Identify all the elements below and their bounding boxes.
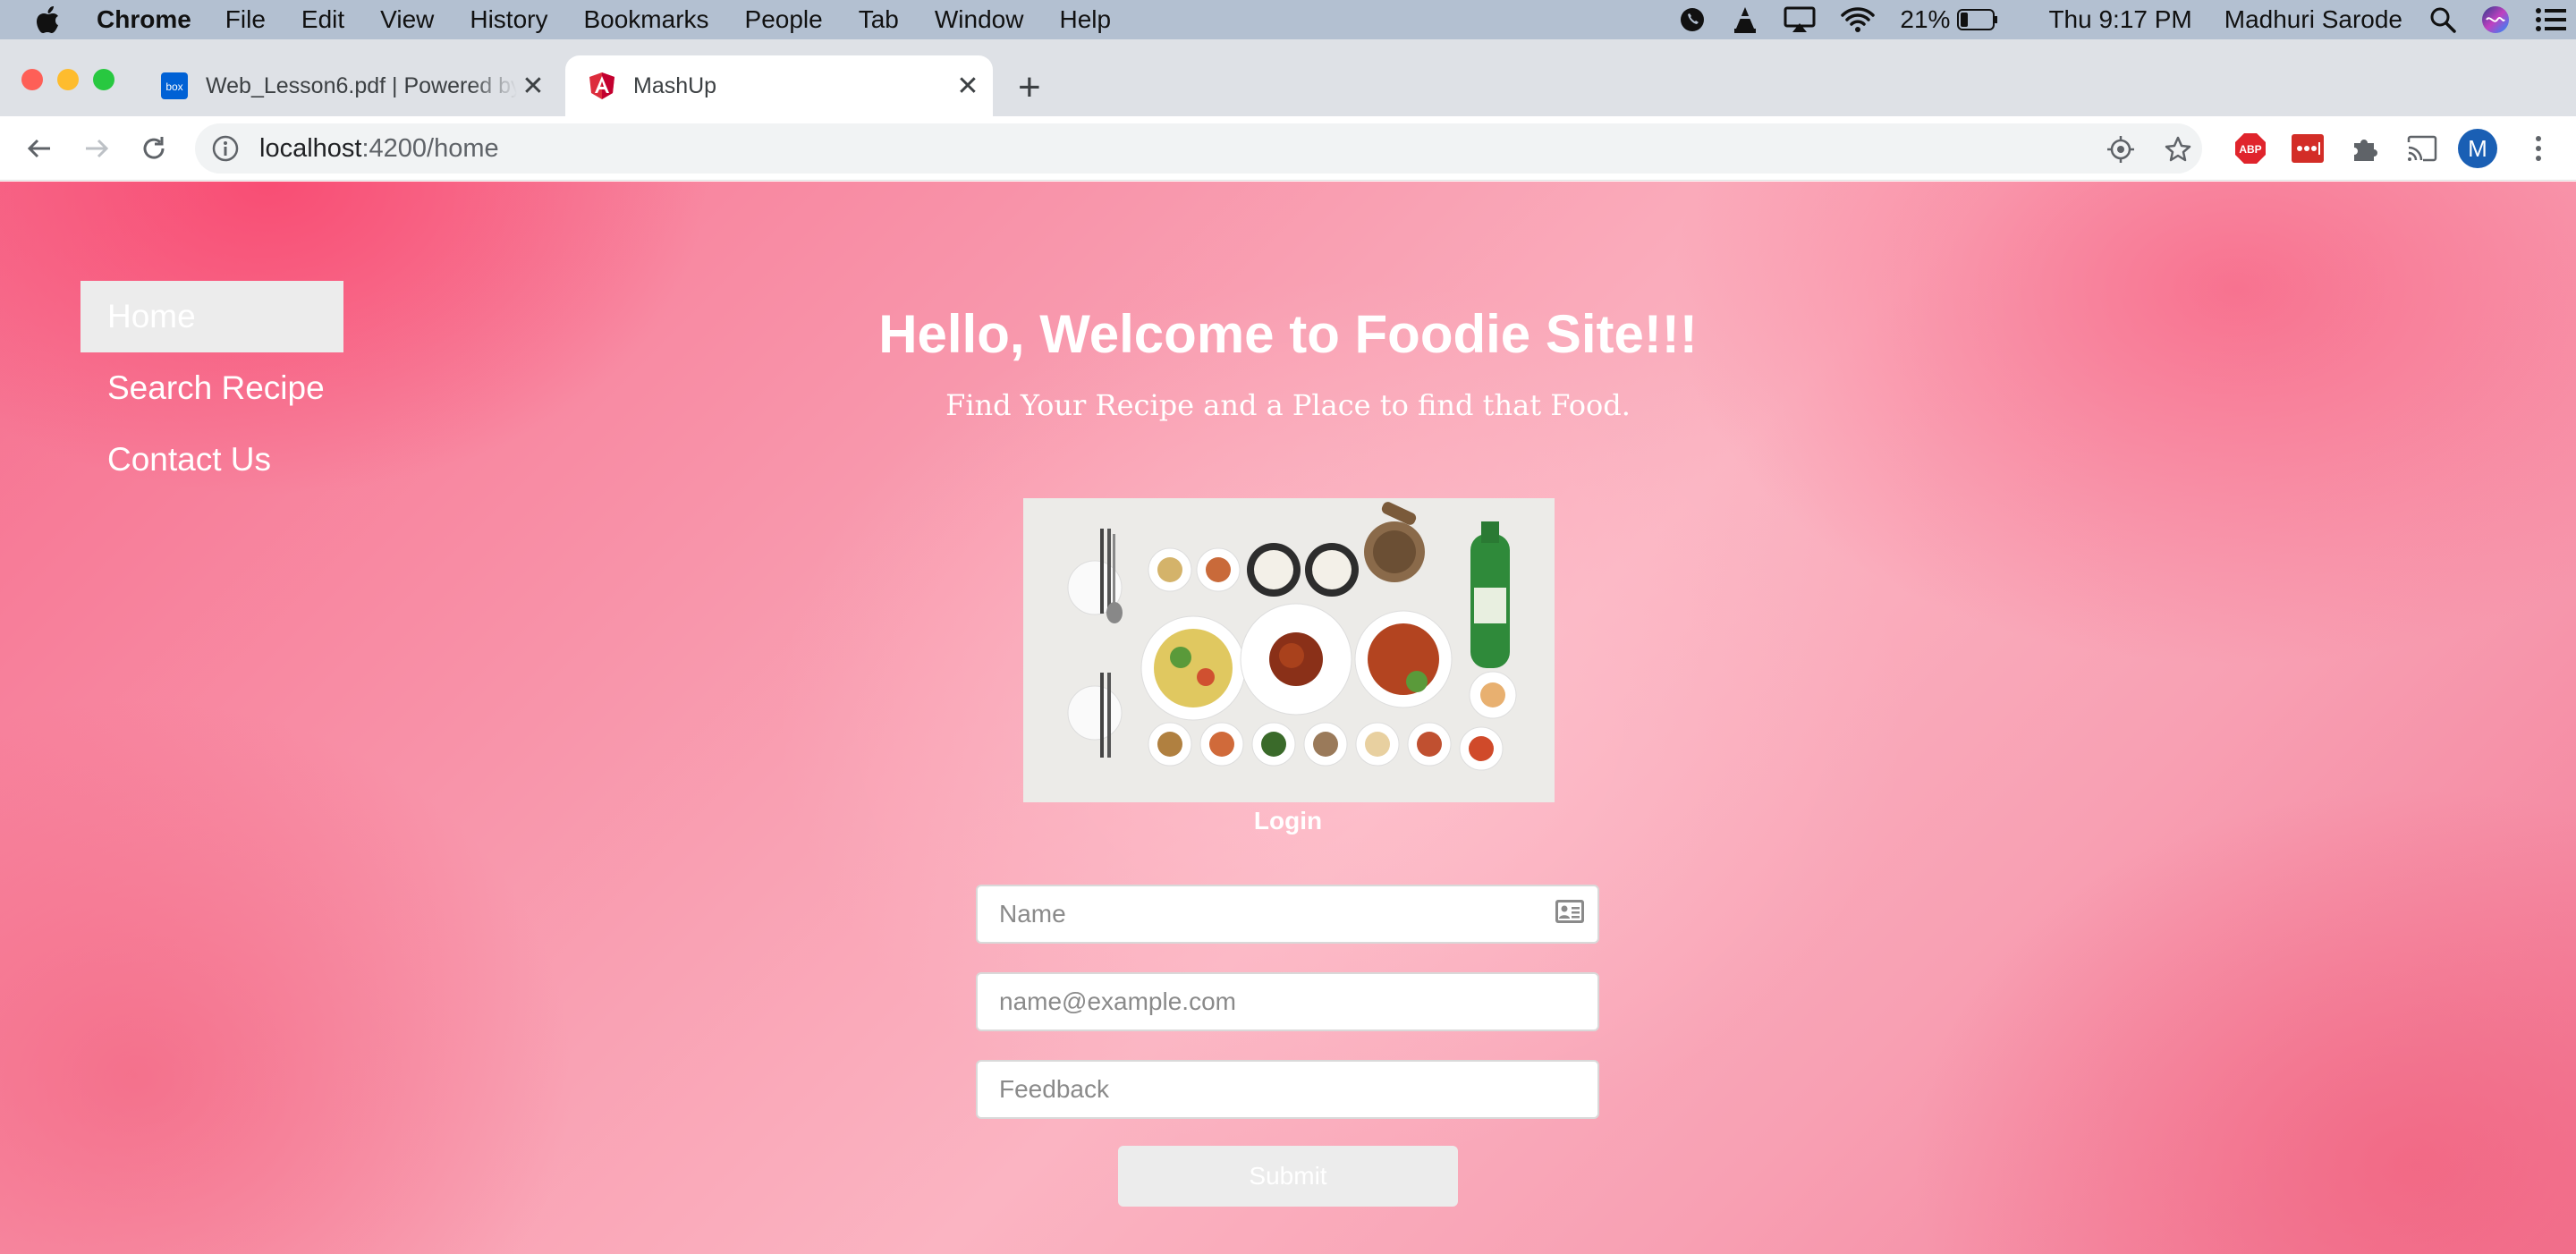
apple-menu-icon[interactable] — [0, 5, 97, 34]
url-text[interactable]: localhost:4200/home — [259, 134, 499, 164]
airplay-icon[interactable] — [1784, 6, 1816, 33]
clock[interactable]: Thu 9:17 PM — [2048, 5, 2191, 34]
page-subtitle: Find Your Recipe and a Place to find tha… — [945, 388, 1631, 422]
menu-history[interactable]: History — [470, 5, 547, 34]
siri-icon[interactable] — [2481, 5, 2510, 34]
tab-close-icon[interactable]: ✕ — [517, 70, 549, 102]
page-content: Home Search Recipe Contact Us Hello, Wel… — [0, 182, 2576, 1254]
adblock-plus-icon[interactable]: ABP — [2233, 131, 2268, 166]
user-name[interactable]: Madhuri Sarode — [2224, 5, 2402, 34]
bookmark-star-icon[interactable] — [2163, 134, 2193, 165]
window-zoom-button[interactable] — [93, 69, 114, 90]
forward-button[interactable] — [79, 131, 114, 166]
vlc-icon[interactable] — [1732, 5, 1758, 34]
tab-close-icon[interactable]: ✕ — [952, 70, 984, 102]
menubar-status-area: 21% Thu 9:17 PM Madhuri Sarode — [1678, 0, 2576, 39]
battery-icon[interactable] — [1957, 9, 1998, 30]
spotlight-search-icon[interactable] — [2429, 6, 2456, 33]
submit-button[interactable]: Submit — [1118, 1146, 1458, 1207]
extensions-puzzle-icon[interactable] — [2347, 131, 2383, 166]
angular-favicon-icon — [589, 72, 615, 99]
profile-avatar[interactable]: M — [2458, 129, 2497, 168]
notification-center-icon[interactable] — [2535, 7, 2567, 32]
menu-help[interactable]: Help — [1059, 5, 1111, 34]
tab-strip: box Web_Lesson6.pdf | Powered by Box ✕ M… — [0, 39, 2576, 116]
contact-card-icon[interactable] — [1555, 899, 1585, 924]
lastpass-icon[interactable] — [2290, 131, 2326, 166]
box-favicon-text: box — [165, 80, 182, 93]
food-spread-image — [1023, 498, 1555, 802]
chrome-menu-icon[interactable] — [2521, 131, 2556, 166]
location-icon[interactable] — [2106, 134, 2136, 165]
menu-view[interactable]: View — [380, 5, 434, 34]
login-heading: Login — [1253, 807, 1323, 835]
url-host: localhost — [259, 133, 362, 163]
menu-tab[interactable]: Tab — [859, 5, 899, 34]
window-minimize-button[interactable] — [57, 69, 79, 90]
tab-title: MashUp — [633, 72, 717, 98]
menu-edit[interactable]: Edit — [301, 5, 344, 34]
name-input[interactable] — [976, 885, 1599, 944]
browser-toolbar: localhost:4200/home ABP M — [0, 116, 2576, 181]
menu-file[interactable]: File — [225, 5, 266, 34]
back-button[interactable] — [21, 131, 57, 166]
menu-people[interactable]: People — [745, 5, 823, 34]
feedback-input[interactable] — [976, 1060, 1599, 1119]
tab-web-lesson6[interactable]: box Web_Lesson6.pdf | Powered by Box ✕ — [157, 55, 558, 116]
menu-bookmarks[interactable]: Bookmarks — [583, 5, 708, 34]
box-favicon-icon: box — [161, 72, 188, 99]
reload-button[interactable] — [136, 131, 172, 166]
macos-menubar: Chrome File Edit View History Bookmarks … — [0, 0, 2576, 39]
address-bar[interactable]: localhost:4200/home — [195, 123, 2202, 174]
email-input[interactable] — [976, 972, 1599, 1031]
tab-mashup[interactable]: MashUp ✕ — [565, 55, 993, 116]
adblock-plus-text: ABP — [2239, 143, 2261, 156]
new-tab-button[interactable]: + — [1018, 68, 1041, 107]
page-title: Hello, Welcome to Foodie Site!!! — [878, 304, 1698, 364]
battery-percent: 21% — [1900, 5, 1951, 33]
window-close-button[interactable] — [21, 69, 43, 90]
nav-contact-us-link[interactable]: Contact Us — [80, 424, 343, 496]
url-path: :4200/home — [361, 133, 499, 163]
viber-icon[interactable] — [1678, 5, 1707, 34]
wifi-icon[interactable] — [1841, 6, 1876, 33]
site-info-icon[interactable] — [211, 134, 240, 163]
menu-window[interactable]: Window — [935, 5, 1024, 34]
tab-title: Web_Lesson6.pdf | Powered by Box — [206, 72, 517, 98]
menu-app-name[interactable]: Chrome — [97, 5, 191, 34]
cast-icon[interactable] — [2404, 131, 2440, 166]
